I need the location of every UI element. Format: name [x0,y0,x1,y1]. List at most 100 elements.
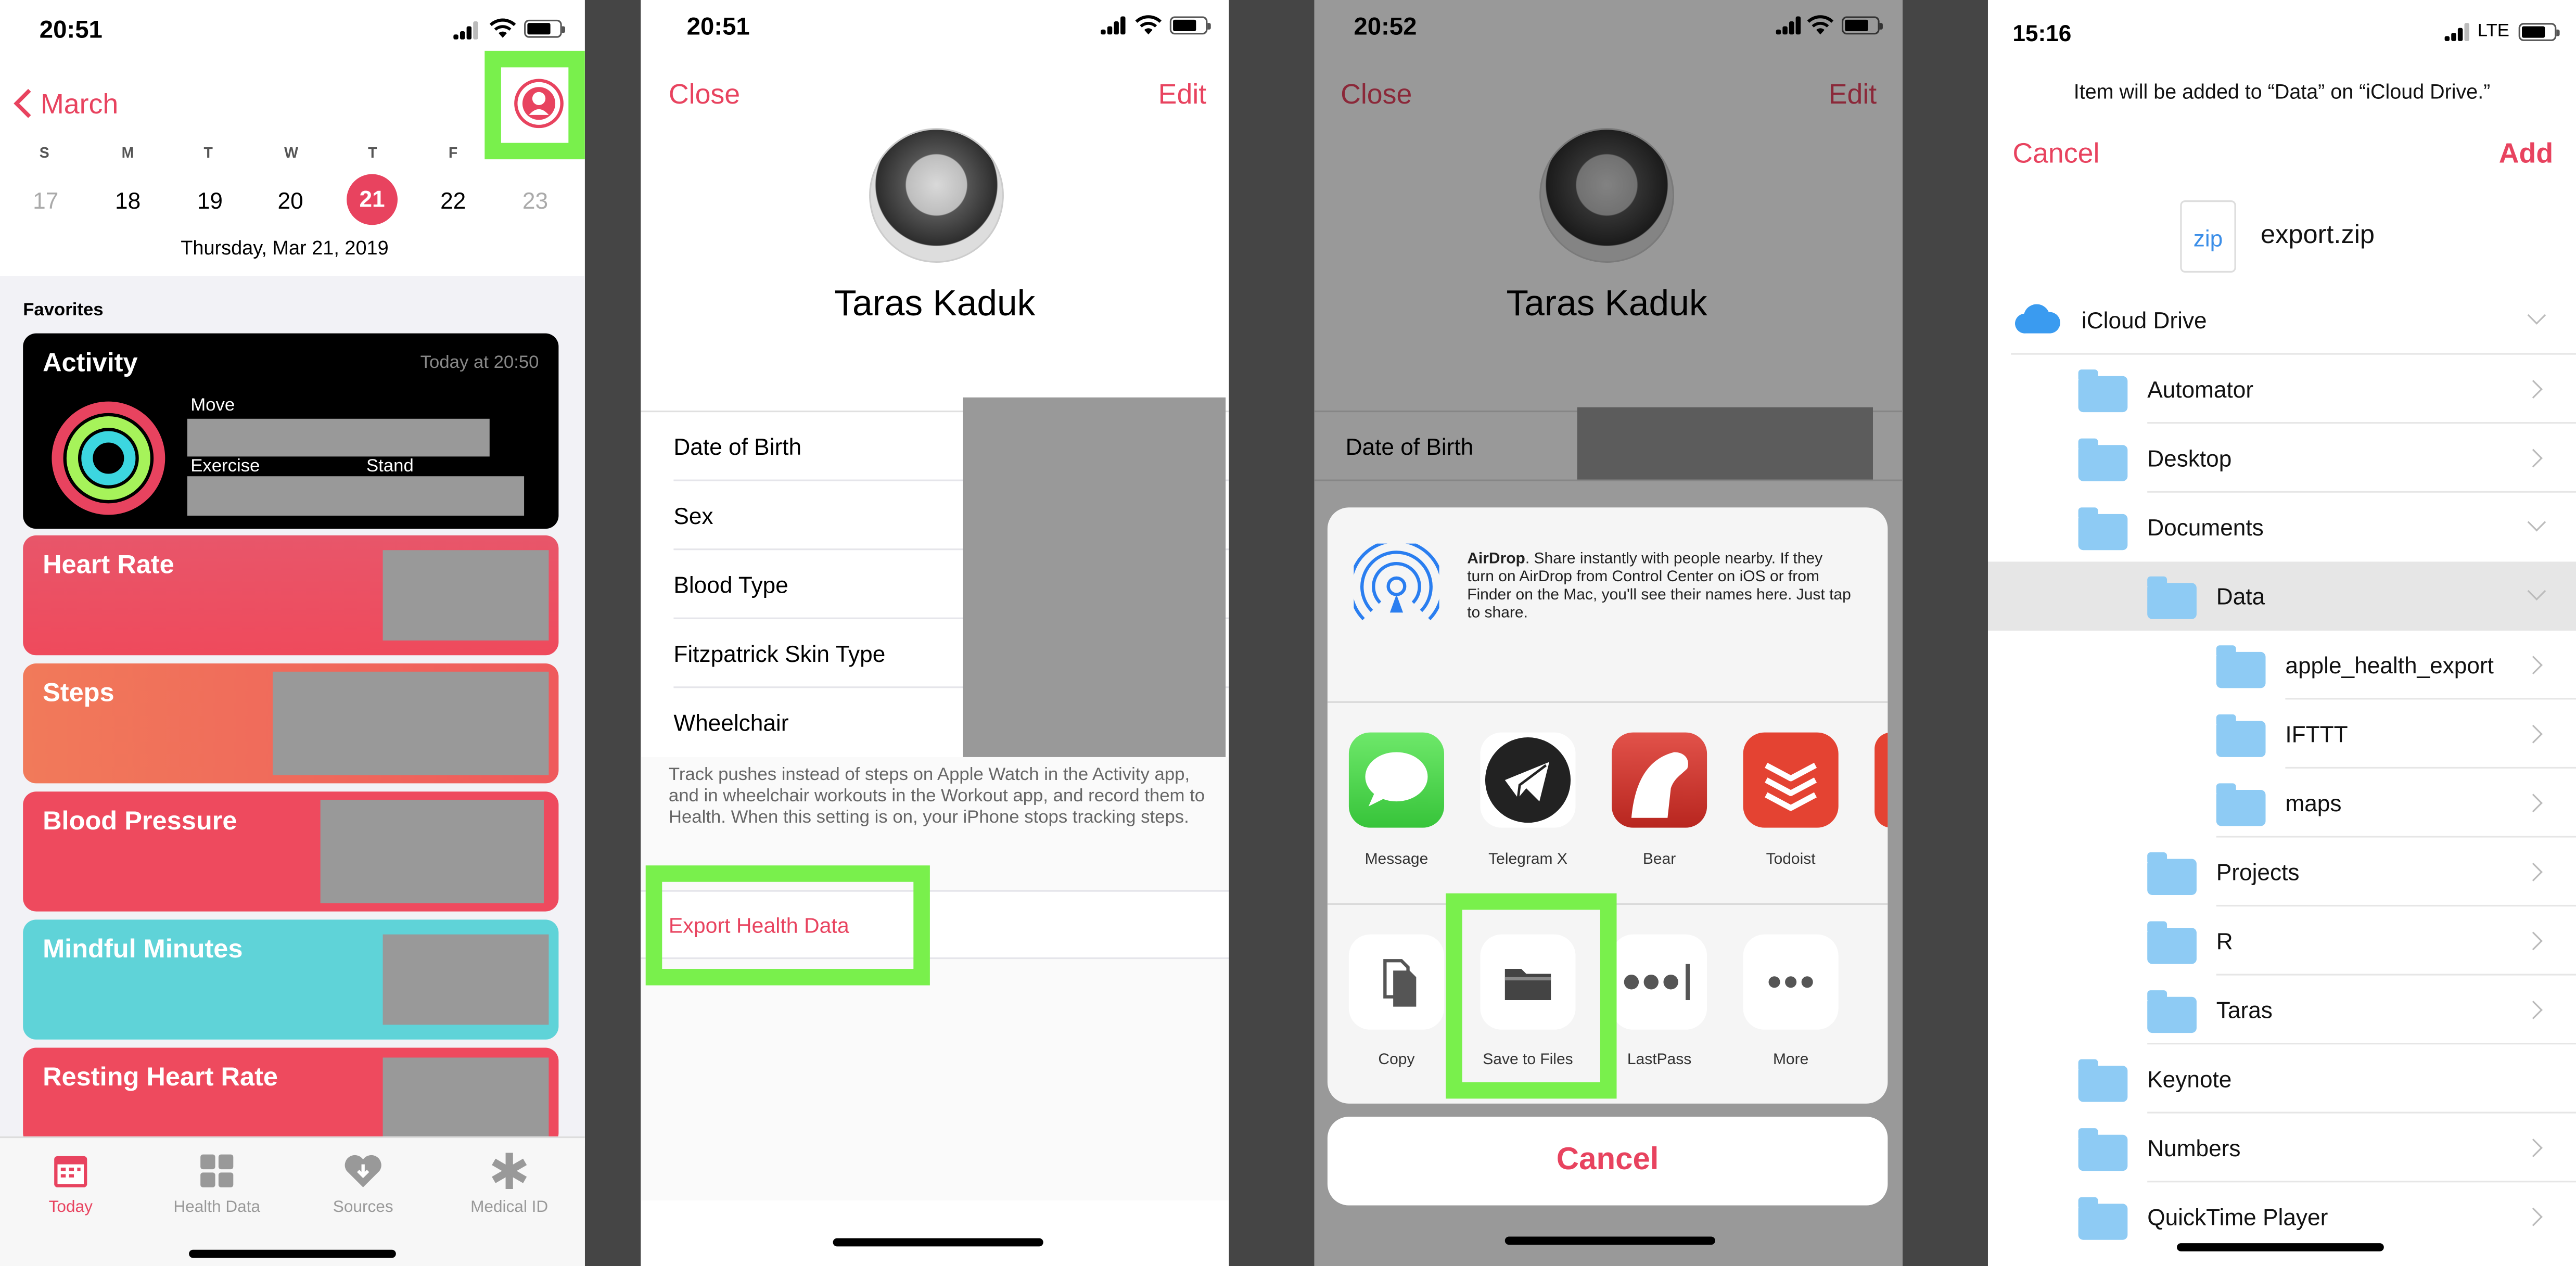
steps-card[interactable]: Steps [23,663,559,784]
row-label: Wheelchair [673,709,789,736]
row-label: Sex [673,502,713,529]
cloud-icon [2014,304,2060,334]
card-title: Heart Rate [43,552,174,580]
folder-projects[interactable]: Projects [1988,838,2576,907]
folder-taras[interactable]: Taras [1988,976,2576,1045]
folder-keynote[interactable]: Keynote [1988,1044,2576,1114]
chevron-left-icon [14,88,31,118]
folder-documents[interactable]: Documents [1988,493,2576,562]
redacted-block [187,418,490,457]
folder-automator[interactable]: Automator [1988,355,2576,424]
folder-icon [2216,645,2266,688]
folder-data-selected[interactable]: Data [1987,561,2576,631]
tab-today[interactable]: Today [21,1151,120,1217]
status-bar: 15:16 LTE [1988,0,2576,62]
chevron-right-icon [2524,449,2543,468]
date-cell[interactable]: 20 [278,187,303,213]
chevron-right-icon [2524,1207,2543,1226]
folder-desktop[interactable]: Desktop [1988,424,2576,493]
folder-apple-health-export[interactable]: apple_health_export [1988,631,2576,700]
copy-icon [1383,959,1417,1007]
heart-download-icon [345,1155,381,1187]
close-button[interactable]: Close [669,79,740,111]
status-time: 20:51 [686,13,750,41]
todoist-app[interactable] [1743,732,1839,828]
blood-pressure-card[interactable]: Blood Pressure [23,791,559,912]
more-action[interactable] [1743,934,1839,1030]
folder-icon [2078,438,2128,481]
mindful-minutes-card[interactable]: Mindful Minutes [23,919,559,1040]
redacted-block [382,550,549,641]
folder-label: Automator [2147,376,2254,403]
date-cell[interactable]: 23 [522,187,548,213]
row-label: Blood Type [673,571,788,598]
highlight-box [484,50,585,160]
folder-label: Numbers [2147,1134,2241,1161]
folder-icon [2147,921,2197,964]
cancel-button[interactable]: Cancel [1327,1117,1888,1206]
chevron-right-icon [2524,1139,2543,1157]
lastpass-action[interactable] [1612,934,1707,1030]
date-cell[interactable]: 18 [115,187,141,213]
folder-quicktime-player[interactable]: QuickTime Player [1988,1182,2576,1251]
cancel-button[interactable]: Cancel [2012,138,2099,171]
folder-label: QuickTime Player [2147,1204,2328,1230]
wifi-icon [489,18,516,38]
airdrop-title: AirDrop [1467,550,1525,568]
folder-label: maps [2285,790,2342,816]
app-label: Telegram X [1488,850,1567,869]
folder-numbers[interactable]: Numbers [1988,1114,2576,1183]
message-app[interactable] [1348,732,1445,828]
back-button[interactable]: March [13,88,118,121]
signal-icon [1101,16,1127,35]
weekday-label: T [203,144,213,161]
partial-app-icon[interactable] [1874,732,1888,828]
file-name: export.zip [2261,222,2375,250]
divider [1327,701,1888,703]
folder-ifttt[interactable]: IFTTT [1988,699,2576,769]
chevron-down-icon [2527,582,2546,601]
activity-card[interactable]: Activity Today at 20:50 Move Exercise St… [23,333,559,529]
edit-button[interactable]: Edit [1158,79,1206,111]
add-button[interactable]: Add [2499,138,2553,171]
tab-sources[interactable]: Sources [314,1151,412,1217]
folder-icloud-drive[interactable]: iCloud Drive [1988,286,2576,355]
heart-rate-card[interactable]: Heart Rate [23,535,559,656]
date-cell[interactable]: 17 [33,187,58,213]
message-bubble-icon [1365,752,1428,807]
date-cell[interactable]: 19 [197,187,223,213]
calendar-icon [54,1156,87,1187]
bear-app[interactable] [1612,732,1707,828]
chevron-right-icon [2524,794,2543,813]
resting-heart-rate-card[interactable]: Resting Heart Rate [23,1047,559,1146]
folder-icon [2216,714,2266,757]
telegram-x-app[interactable] [1480,732,1576,828]
folder-label: Taras [2216,996,2273,1024]
home-indicator [1504,1236,1715,1245]
activity-rings-icon [52,401,165,515]
airdrop-icon[interactable] [1354,543,1439,629]
chevron-down-icon [2527,306,2546,325]
selected-date[interactable]: 21 [347,174,398,225]
tab-label: Today [48,1198,93,1217]
redacted-block [273,671,549,775]
action-label: More [1772,1051,1809,1069]
card-title: Mindful Minutes [43,936,243,964]
copy-action[interactable] [1348,934,1445,1030]
row-label: Date of Birth [673,433,802,460]
home-indicator [833,1238,1043,1247]
save-to-files-screen: 15:16 LTE Item will be added to “Data” o… [1987,0,2576,1266]
folder-icon [2147,576,2197,619]
folder-maps[interactable]: maps [1988,769,2576,838]
status-bar: 20:51 [641,0,1229,62]
folder-icon [2078,1059,2128,1102]
folder-r[interactable]: R [1988,906,2576,976]
exercise-label: Exercise [190,456,260,477]
tab-medical-id[interactable]: Medical ID [457,1151,562,1217]
tab-health-data[interactable]: Health Data [159,1151,274,1217]
folder-label: IFTTT [2285,721,2348,747]
date-cell[interactable]: 22 [440,187,466,213]
bear-icon [1631,752,1688,818]
grid-icon [200,1154,234,1187]
card-title: Resting Heart Rate [43,1064,278,1092]
